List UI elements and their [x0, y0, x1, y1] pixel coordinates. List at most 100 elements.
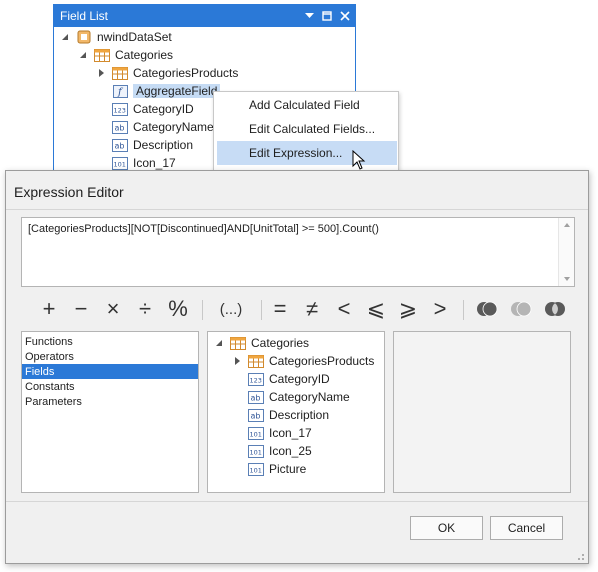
- tree-node-label: Description: [133, 138, 194, 152]
- menu-item-add-calculated-field[interactable]: Add Calculated Field: [217, 93, 397, 117]
- cancel-button[interactable]: Cancel: [490, 516, 563, 540]
- tree-node-picture[interactable]: 101 Picture: [248, 460, 306, 478]
- text-field-icon: ab: [112, 138, 128, 152]
- not-equal-button[interactable]: ≠: [299, 295, 325, 323]
- category-item-parameters[interactable]: Parameters: [22, 394, 198, 409]
- binary-field-icon: 101: [248, 444, 264, 458]
- pin-icon[interactable]: [319, 8, 335, 24]
- plus-button[interactable]: +: [37, 295, 61, 323]
- tree-node-label: Icon_17: [269, 426, 312, 440]
- menu-item-label: Edit Calculated Fields...: [249, 122, 376, 136]
- less-than-button[interactable]: <: [331, 295, 357, 323]
- context-menu: Add Calculated Field Edit Calculated Fie…: [213, 91, 399, 171]
- not-operator-icon[interactable]: [539, 295, 571, 323]
- collapse-arrow-icon[interactable]: [78, 50, 88, 60]
- text-field-icon: ab: [112, 120, 128, 134]
- tree-node-label: CategoryName: [133, 120, 214, 134]
- tree-node-label: Categories: [251, 336, 310, 350]
- binary-field-icon: 101: [112, 156, 128, 170]
- svg-text:ab: ab: [251, 411, 261, 420]
- tree-node-categoriesproducts[interactable]: CategoriesProducts: [96, 64, 238, 82]
- minus-button[interactable]: −: [69, 295, 93, 323]
- parentheses-button[interactable]: (...): [211, 295, 251, 323]
- tree-node-icon17[interactable]: 101 Icon_17: [248, 424, 312, 442]
- tree-node-categoryname[interactable]: ab CategoryName: [112, 118, 214, 136]
- equal-button[interactable]: =: [267, 295, 293, 323]
- expression-text: [CategoriesProducts][NOT[Discontinued]AN…: [28, 223, 379, 235]
- field-list-title: Field List: [60, 9, 109, 23]
- tree-node-label: CategoriesProducts: [269, 354, 375, 368]
- svg-text:ab: ab: [115, 141, 125, 150]
- database-icon: [76, 30, 92, 44]
- text-field-icon: ab: [248, 408, 264, 422]
- tree-node-aggregatefield[interactable]: f AggregateField: [112, 82, 221, 100]
- tree-node-categories[interactable]: Categories: [78, 46, 173, 64]
- menu-item-label: Edit Expression...: [249, 146, 343, 160]
- tree-node-categoryid[interactable]: 123 CategoryID: [248, 370, 330, 388]
- numeric-field-icon: 123: [112, 102, 128, 116]
- footer-divider: [6, 501, 588, 502]
- svg-text:123: 123: [250, 376, 262, 384]
- fields-tree: Categories CategoriesProducts 123 Catego…: [207, 331, 385, 493]
- tree-node-categoriesproducts[interactable]: CategoriesProducts: [232, 352, 374, 370]
- menu-item-edit-expression[interactable]: Edit Expression...: [217, 141, 397, 165]
- toolbar-divider: [261, 300, 262, 320]
- toolbar-divider: [202, 300, 203, 320]
- and-operator-icon[interactable]: [471, 295, 503, 323]
- tree-node-categoryname[interactable]: ab CategoryName: [248, 388, 350, 406]
- category-list: Functions Operators Fields Constants Par…: [21, 331, 199, 493]
- tree-node-label: Description: [269, 408, 330, 422]
- tree-node-label: CategoryID: [133, 102, 194, 116]
- close-icon[interactable]: [337, 8, 353, 24]
- toolbar-divider: [463, 300, 464, 320]
- less-or-equal-button[interactable]: ⩽: [363, 295, 389, 323]
- resize-grip-icon[interactable]: [575, 550, 585, 560]
- numeric-field-icon: 123: [248, 372, 264, 386]
- ok-button[interactable]: OK: [410, 516, 483, 540]
- category-item-fields[interactable]: Fields: [22, 364, 198, 379]
- tree-node-label: CategoryName: [269, 390, 350, 404]
- tree-node-categories[interactable]: Categories: [214, 334, 309, 352]
- binary-field-icon: 101: [248, 426, 264, 440]
- vertical-scrollbar[interactable]: [558, 218, 574, 286]
- or-operator-icon[interactable]: [505, 295, 537, 323]
- tree-node-description[interactable]: ab Description: [112, 136, 193, 154]
- expand-arrow-icon[interactable]: [232, 356, 242, 366]
- multiply-button[interactable]: ×: [101, 295, 125, 323]
- operator-toolbar: + − × ÷ % (...) = ≠ < ⩽ ⩾ >: [21, 295, 575, 325]
- category-item-operators[interactable]: Operators: [22, 349, 198, 364]
- expression-input[interactable]: [CategoriesProducts][NOT[Discontinued]AN…: [21, 217, 575, 287]
- expand-arrow-icon[interactable]: [96, 68, 106, 78]
- tree-node-label: Picture: [269, 462, 307, 476]
- category-item-constants[interactable]: Constants: [22, 379, 198, 394]
- svg-text:ab: ab: [251, 393, 261, 402]
- mouse-cursor-icon: [352, 149, 366, 173]
- divide-button[interactable]: ÷: [133, 295, 157, 323]
- category-item-functions[interactable]: Functions: [22, 334, 198, 349]
- table-icon: [248, 354, 264, 368]
- svg-text:101: 101: [250, 430, 262, 438]
- table-icon: [230, 336, 246, 350]
- svg-text:101: 101: [250, 466, 262, 474]
- tree-node-label: Icon_25: [269, 444, 312, 458]
- collapse-arrow-icon[interactable]: [60, 32, 70, 42]
- svg-text:ab: ab: [115, 123, 125, 132]
- tree-node-icon25[interactable]: 101 Icon_25: [248, 442, 312, 460]
- modulo-button[interactable]: %: [165, 295, 191, 323]
- description-panel: [393, 331, 571, 493]
- tree-node-description[interactable]: ab Description: [248, 406, 329, 424]
- svg-text:101: 101: [250, 448, 262, 456]
- tree-node-label: CategoryID: [269, 372, 330, 386]
- tree-node-label: CategoriesProducts: [133, 66, 239, 80]
- table-icon: [94, 48, 110, 62]
- tree-node-categoryid[interactable]: 123 CategoryID: [112, 100, 194, 118]
- tree-node-label: Icon_17: [133, 156, 176, 170]
- dropdown-icon[interactable]: [301, 8, 317, 24]
- greater-or-equal-button[interactable]: ⩾: [395, 295, 421, 323]
- collapse-arrow-icon[interactable]: [214, 338, 224, 348]
- menu-item-edit-calculated-fields[interactable]: Edit Calculated Fields...: [217, 117, 397, 141]
- binary-field-icon: 101: [248, 462, 264, 476]
- greater-than-button[interactable]: >: [427, 295, 453, 323]
- text-field-icon: ab: [248, 390, 264, 404]
- tree-node-dataset[interactable]: nwindDataSet: [60, 28, 172, 46]
